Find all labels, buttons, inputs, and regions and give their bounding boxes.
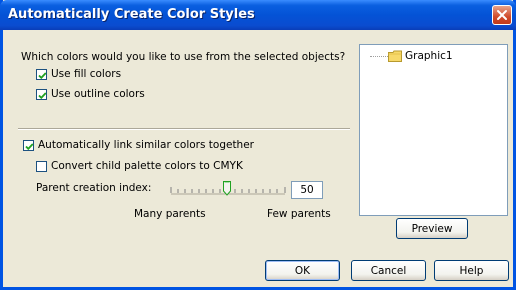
auto-link-checkbox[interactable] — [23, 140, 34, 151]
parent-index-label: Parent creation index: — [36, 182, 152, 194]
preview-button[interactable]: Preview — [396, 218, 468, 239]
checkmark-icon — [25, 143, 34, 151]
parent-index-slider[interactable] — [169, 178, 287, 200]
cancel-button[interactable]: Cancel — [351, 260, 426, 281]
slider-max-label: Few parents — [267, 208, 331, 220]
help-button[interactable]: Help — [434, 260, 509, 281]
folder-icon — [388, 50, 402, 62]
checkmark-icon — [38, 72, 47, 80]
slider-min-label: Many parents — [134, 208, 206, 220]
use-outline-label[interactable]: Use outline colors — [51, 88, 145, 100]
convert-cmyk-label[interactable]: Convert child palette colors to CMYK — [51, 160, 243, 172]
close-icon — [497, 10, 507, 20]
use-outline-checkbox[interactable] — [36, 89, 47, 100]
convert-cmyk-checkbox[interactable] — [36, 161, 47, 172]
parent-index-value-field[interactable]: 50 — [291, 181, 323, 199]
object-tree[interactable]: Graphic1 — [359, 44, 508, 216]
tree-item-graphic1[interactable]: Graphic1 — [405, 50, 453, 62]
checkmark-icon — [38, 92, 47, 100]
slider-thumb[interactable] — [223, 181, 231, 196]
use-fill-checkbox[interactable] — [36, 69, 47, 80]
dialog-window: Automatically Create Color Styles Which … — [0, 0, 516, 290]
title-bar[interactable]: Automatically Create Color Styles — [0, 0, 516, 30]
auto-link-label[interactable]: Automatically link similar colors togeth… — [38, 139, 254, 151]
close-button[interactable] — [492, 5, 512, 25]
ok-button[interactable]: OK — [265, 260, 340, 281]
use-fill-label[interactable]: Use fill colors — [51, 68, 121, 80]
question-label: Which colors would you like to use from … — [21, 51, 346, 63]
separator — [18, 128, 350, 130]
parent-index-value: 50 — [300, 184, 314, 196]
window-title: Automatically Create Color Styles — [8, 7, 255, 22]
tree-connector — [370, 56, 388, 57]
